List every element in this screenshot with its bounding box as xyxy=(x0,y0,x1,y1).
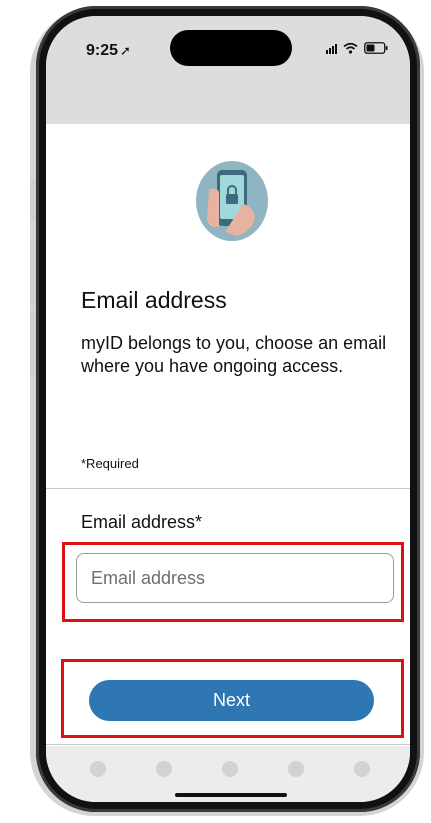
home-indicator[interactable] xyxy=(175,793,287,797)
nav-dot-icon[interactable] xyxy=(354,761,370,777)
signal-bars-icon xyxy=(326,43,337,54)
nav-dot-icon[interactable] xyxy=(222,761,238,777)
nav-dot-icon[interactable] xyxy=(156,761,172,777)
spacer xyxy=(46,648,410,649)
phone-mockup: 9:25 ➚ Email address myID belongs to you… xyxy=(0,0,431,823)
location-arrow-icon: ➚ xyxy=(120,43,131,58)
nav-dots xyxy=(90,761,370,777)
nav-dot-icon[interactable] xyxy=(288,761,304,777)
page-description: myID belongs to you, choose an email whe… xyxy=(81,333,387,376)
section-divider xyxy=(46,488,410,489)
required-note: *Required xyxy=(81,456,139,471)
status-time-text: 9:25 xyxy=(86,42,119,59)
bottom-nav-bar xyxy=(46,746,410,802)
status-time: 9:25 ➚ xyxy=(86,42,131,60)
dynamic-island xyxy=(170,30,292,66)
wifi-icon xyxy=(343,42,358,54)
status-bar: 9:25 ➚ xyxy=(46,16,410,124)
email-field-label: Email address* xyxy=(81,512,203,532)
status-icons xyxy=(326,42,388,54)
battery-icon xyxy=(364,42,388,54)
email-input-highlight xyxy=(62,542,404,622)
nav-dot-icon[interactable] xyxy=(90,761,106,777)
phone-lock-icon xyxy=(195,160,269,242)
next-button-highlight xyxy=(61,659,404,738)
page-title: Email address xyxy=(81,287,227,313)
bottom-divider xyxy=(46,744,410,745)
